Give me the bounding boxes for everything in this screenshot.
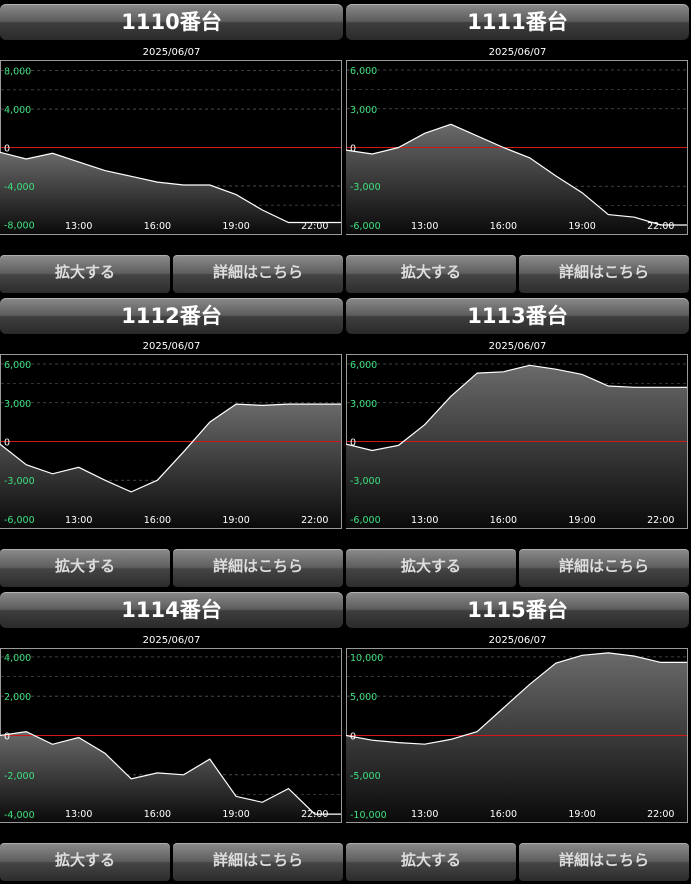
y-tick-label: -3,000: [4, 476, 35, 487]
x-tick-label: 13:00: [65, 221, 92, 232]
detail-button[interactable]: 詳細はこちら: [173, 255, 343, 293]
y-tick-label: 3,000: [4, 399, 31, 410]
machine-title: 1110番台: [0, 4, 343, 40]
slump-chart: 6,000 3,000 0 -3,000 -6,000 13:00 16:00 19:00 22…: [0, 354, 343, 532]
machine-title: 1115番台: [346, 592, 689, 628]
x-tick-label: 22:00: [301, 809, 328, 820]
x-tick-label: 16:00: [490, 809, 517, 820]
chart-date: 2025/06/07: [488, 341, 547, 352]
x-tick-label: 16:00: [490, 221, 517, 232]
zoom-button[interactable]: 拡大する: [0, 549, 170, 587]
y-tick-label: -3,000: [350, 182, 381, 193]
machine-panel: 1112番台 2025/06/07 6,000 3,000 0 -3,000 -6,000 1…: [0, 294, 343, 587]
machine-title: 1111番台: [346, 4, 689, 40]
y-tick-label: 4,000: [4, 653, 31, 664]
chart-svg: 6,000 3,000 0 -3,000 -6,000 13:00 16:00 19:00 22…: [345, 60, 688, 235]
y-tick-label: 0: [4, 438, 10, 449]
x-tick-label: 19:00: [568, 221, 595, 232]
y-tick-label: 8,000: [4, 67, 31, 78]
y-tick-label: -3,000: [350, 476, 381, 487]
chart-date: 2025/06/07: [142, 341, 201, 352]
y-tick-label: 0: [4, 732, 10, 743]
x-tick-label: 13:00: [411, 809, 438, 820]
x-tick-label: 22:00: [647, 809, 674, 820]
machine-panel: 1113番台 2025/06/07 6,000 3,000 0 -3,000 -6,000 1…: [345, 294, 689, 587]
chart-date: 2025/06/07: [142, 635, 201, 646]
y-tick-label: 0: [350, 144, 356, 155]
y-tick-label: -5,000: [350, 771, 381, 782]
x-tick-label: 19:00: [222, 221, 249, 232]
slump-chart: 6,000 3,000 0 -3,000 -6,000 13:00 16:00 19:00 22…: [345, 354, 689, 532]
chart-svg: 6,000 3,000 0 -3,000 -6,000 13:00 16:00 19:00 22…: [345, 354, 688, 529]
y-tick-label: -8,000: [4, 220, 35, 231]
chart-svg: 6,000 3,000 0 -3,000 -6,000 13:00 16:00 19:00 22…: [0, 354, 342, 529]
y-tick-label: -4,000: [4, 182, 35, 193]
x-tick-label: 13:00: [411, 515, 438, 526]
detail-button[interactable]: 詳細はこちら: [519, 843, 689, 881]
x-tick-label: 16:00: [144, 809, 171, 820]
y-tick-label: 4,000: [4, 105, 31, 116]
machine-panel: 1115番台 2025/06/07 10,000 5,000 0 -5,000 -10,00…: [345, 588, 689, 881]
machine-title: 1113番台: [346, 298, 689, 334]
y-tick-label: 0: [4, 144, 10, 155]
x-tick-label: 16:00: [144, 221, 171, 232]
x-tick-label: 22:00: [301, 515, 328, 526]
chart-date: 2025/06/07: [488, 47, 547, 58]
y-tick-label: 2,000: [4, 692, 31, 703]
machine-panel: 1114番台 2025/06/07 4,000 2,000 0 -2,000 -4,000 1…: [0, 588, 343, 881]
y-tick-label: 3,000: [350, 399, 377, 410]
zoom-button[interactable]: 拡大する: [346, 255, 516, 293]
y-tick-label: 6,000: [350, 360, 377, 371]
y-tick-label: -4,000: [4, 810, 35, 821]
y-tick-label: -6,000: [350, 221, 381, 232]
y-tick-label: -10,000: [350, 810, 387, 821]
slump-chart: 4,000 2,000 0 -2,000 -4,000 13:00 16:00 19:00 22…: [0, 648, 343, 826]
zoom-button[interactable]: 拡大する: [0, 843, 170, 881]
y-tick-label: 6,000: [4, 360, 31, 371]
y-tick-label: 5,000: [350, 692, 377, 703]
y-tick-label: -2,000: [4, 771, 35, 782]
machine-title: 1112番台: [0, 298, 343, 334]
x-tick-label: 16:00: [490, 515, 517, 526]
x-tick-label: 16:00: [144, 515, 171, 526]
y-tick-label: 10,000: [350, 653, 383, 664]
slump-chart: 8,000 4,000 0 -4,000 -8,000 13:00 16:00 19:00 22…: [0, 60, 343, 238]
slump-chart: 6,000 3,000 0 -3,000 -6,000 13:00 16:00 19:00 22…: [345, 60, 689, 238]
zoom-button[interactable]: 拡大する: [346, 549, 516, 587]
detail-button[interactable]: 詳細はこちら: [519, 549, 689, 587]
x-tick-label: 19:00: [222, 515, 249, 526]
y-tick-label: -6,000: [4, 515, 35, 526]
x-tick-label: 19:00: [568, 515, 595, 526]
chart-date: 2025/06/07: [142, 47, 201, 58]
zoom-button[interactable]: 拡大する: [346, 843, 516, 881]
y-tick-label: 0: [350, 438, 356, 449]
machine-panel: 1111番台 2025/06/07 6,000 3,000 0 -3,000 -6,000 1…: [345, 0, 689, 293]
x-tick-label: 22:00: [301, 221, 328, 232]
y-tick-label: -6,000: [350, 515, 381, 526]
x-tick-label: 13:00: [65, 809, 92, 820]
chart-svg: 8,000 4,000 0 -4,000 -8,000 13:00 16:00 19:00 22…: [0, 60, 342, 235]
x-tick-label: 13:00: [411, 221, 438, 232]
chart-date: 2025/06/07: [488, 635, 547, 646]
x-tick-label: 19:00: [222, 809, 249, 820]
zoom-button[interactable]: 拡大する: [0, 255, 170, 293]
detail-button[interactable]: 詳細はこちら: [173, 549, 343, 587]
x-tick-label: 22:00: [647, 515, 674, 526]
y-tick-label: 3,000: [350, 105, 377, 116]
detail-button[interactable]: 詳細はこちら: [173, 843, 343, 881]
x-tick-label: 19:00: [568, 809, 595, 820]
chart-svg: 10,000 5,000 0 -5,000 -10,000 13:00 16:00 19:00…: [345, 648, 688, 823]
slump-chart: 10,000 5,000 0 -5,000 -10,000 13:00 16:00 19:00…: [345, 648, 689, 826]
y-tick-label: 6,000: [350, 66, 377, 77]
x-tick-label: 22:00: [647, 221, 674, 232]
detail-button[interactable]: 詳細はこちら: [519, 255, 689, 293]
x-tick-label: 13:00: [65, 515, 92, 526]
machine-title: 1114番台: [0, 592, 343, 628]
machine-panel: 1110番台 2025/06/07 8,000 4,000 0 -4,000 -8,000 1…: [0, 0, 343, 293]
y-tick-label: 0: [350, 732, 356, 743]
chart-svg: 4,000 2,000 0 -2,000 -4,000 13:00 16:00 19:00 22…: [0, 648, 342, 823]
